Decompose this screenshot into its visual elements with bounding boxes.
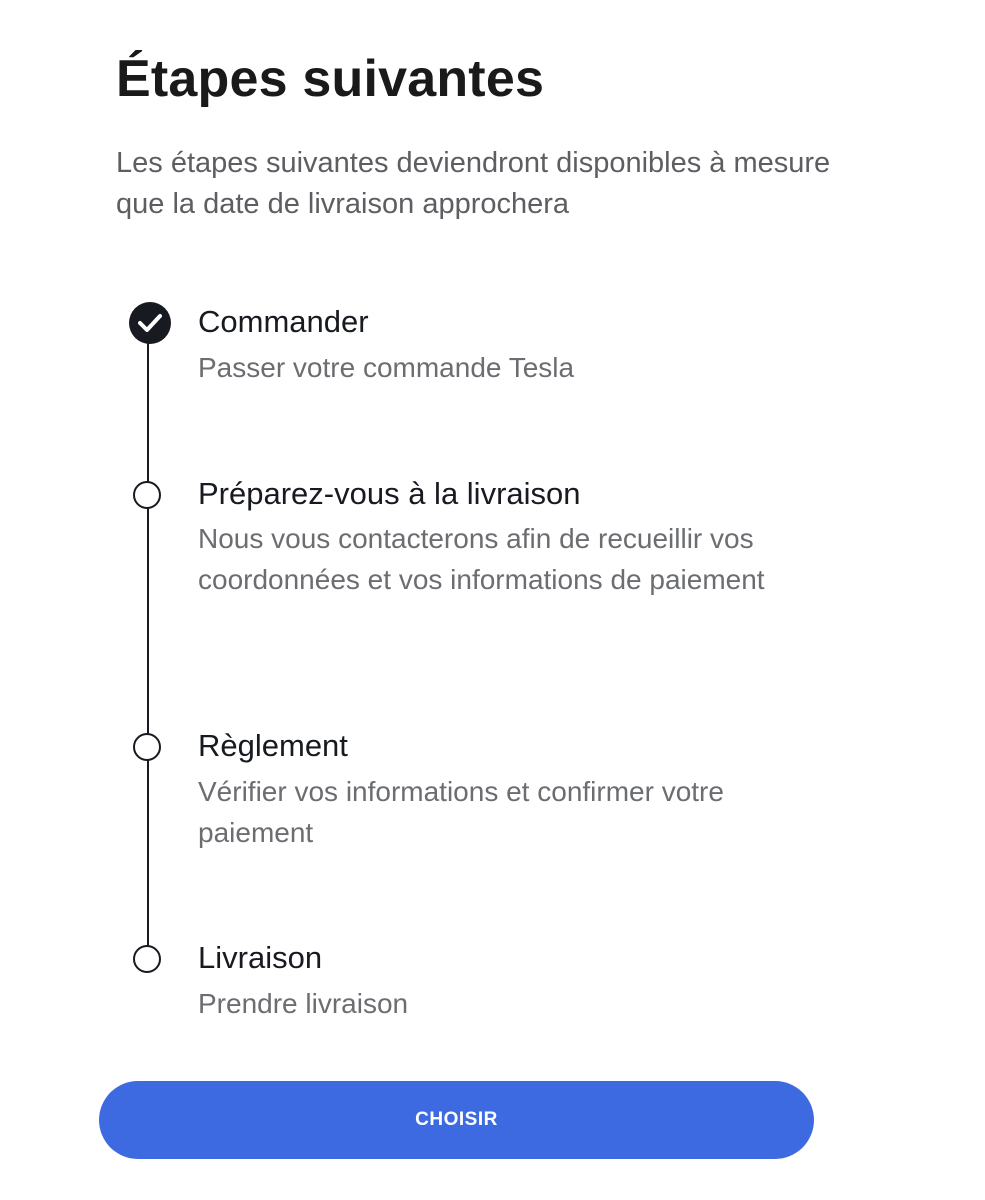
step-description: Nous vous contacterons afin de recueilli… [198, 523, 765, 595]
step-title: Livraison [198, 940, 323, 975]
choose-button[interactable]: CHOISIR [99, 1081, 814, 1159]
empty-circle-icon [133, 945, 161, 973]
step-description: Vérifier vos informations et confirmer v… [198, 776, 724, 848]
step-description: Prendre livraison [198, 988, 409, 1019]
next-steps-page: Étapes suivantes Les étapes suivantes de… [0, 0, 985, 1200]
timeline-line [147, 323, 149, 959]
empty-circle-icon [133, 733, 161, 761]
step-title: Commander [198, 304, 369, 339]
step-title: Préparez-vous à la livraison [198, 476, 581, 511]
check-circle-icon [129, 302, 171, 344]
page-subtitle: Les étapes suivantes deviendront disponi… [116, 147, 831, 220]
step-title: Règlement [198, 728, 348, 763]
empty-circle-icon [133, 481, 161, 509]
page-title: Étapes suivantes [116, 50, 545, 108]
step-description: Passer votre commande Tesla [198, 352, 575, 383]
